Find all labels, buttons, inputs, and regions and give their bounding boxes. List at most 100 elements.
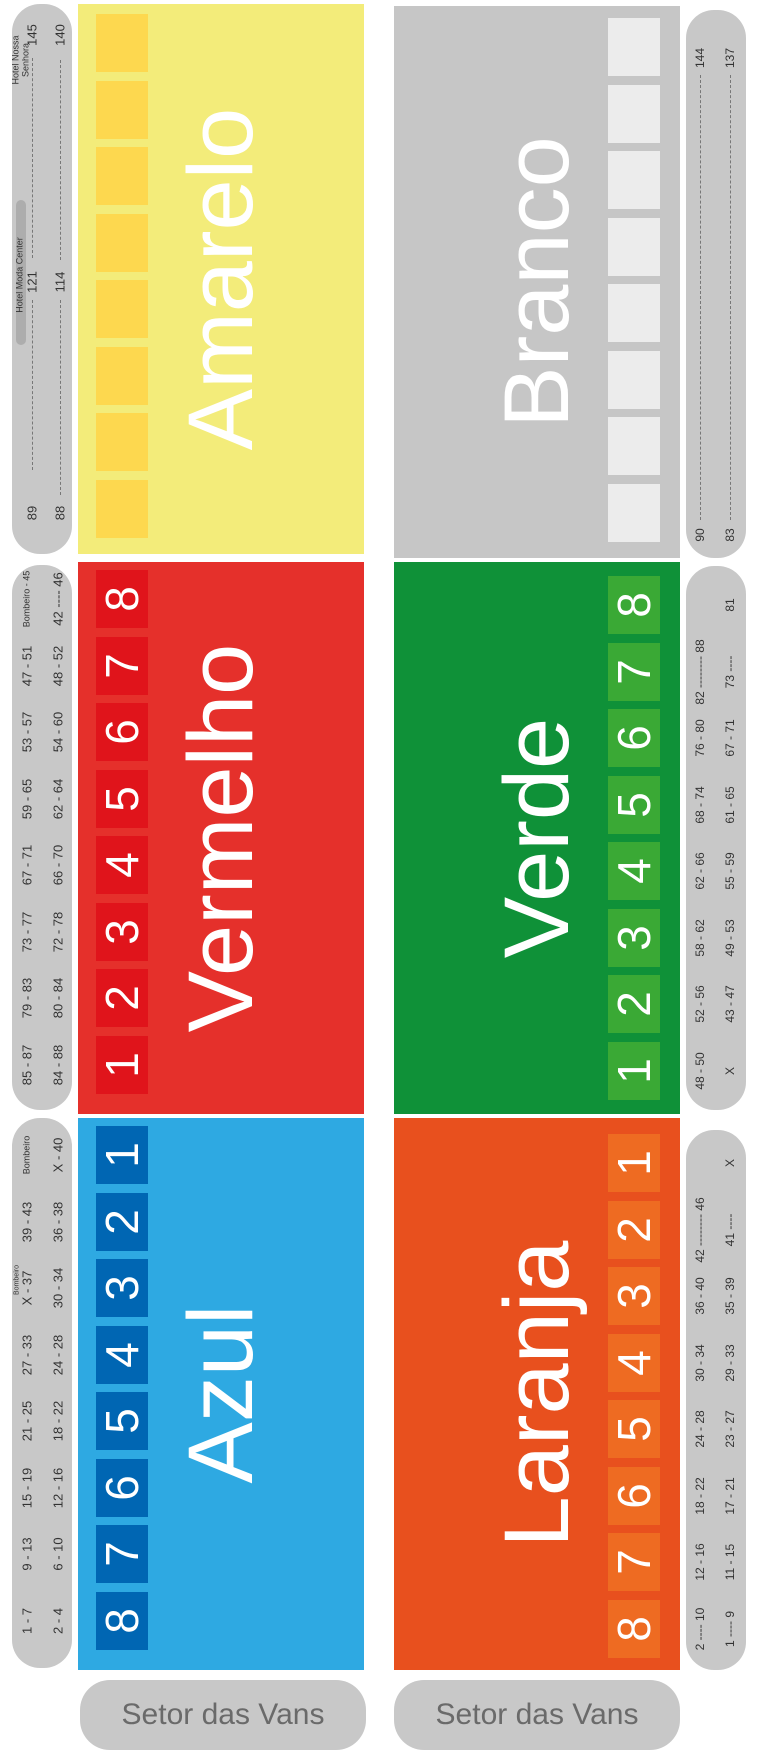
seat-range-label: 140 <box>52 24 68 46</box>
seat-range-label: 59 - 65 <box>19 778 35 819</box>
seat-range-label: 42 -------- 46 <box>693 1196 707 1263</box>
seat-range-label: 12 - 16 <box>50 1467 66 1508</box>
slot-box-branco <box>608 151 660 209</box>
slot-number: 3 <box>96 1275 148 1301</box>
slot-box-laranja: 1 <box>608 1134 660 1192</box>
slot-box-vermelho: 6 <box>96 703 148 761</box>
seat-range-label: 6 - 10 <box>50 1537 66 1571</box>
slot-box-azul: 3 <box>96 1259 148 1317</box>
seat-range-label: Bombeiro <box>21 1135 32 1175</box>
slot-box-branco <box>608 350 660 409</box>
slot-box-branco <box>608 284 660 342</box>
slot-box-laranja: 8 <box>608 1599 660 1658</box>
seat-range-label: 80 - 84 <box>50 977 66 1019</box>
seat-range-label: 9 - 13 <box>19 1537 35 1571</box>
slot-box-branco <box>608 483 660 542</box>
slot-box-amarelo <box>96 80 148 139</box>
seat-range-label: 2 - 4 <box>50 1607 66 1634</box>
seat-range-label: X <box>723 1066 737 1075</box>
seat-range-label: 83 <box>723 528 737 542</box>
slot-box-branco <box>608 84 660 143</box>
slot-box-laranja: 6 <box>608 1466 660 1525</box>
seat-range-label: 52 - 56 <box>693 985 707 1023</box>
seat-range-label: 55 - 59 <box>723 852 737 890</box>
slot-box-vermelho: 7 <box>96 636 148 695</box>
slot-number: 4 <box>96 852 148 878</box>
seat-range-label: 137 <box>723 47 737 69</box>
dashed-connector <box>730 75 731 520</box>
slot-number: 3 <box>608 924 660 951</box>
seat-range-label: 85 - 87 <box>19 1044 35 1085</box>
seat-range-label: 79 - 83 <box>19 977 35 1019</box>
sector-name-branco: Branco <box>486 136 588 428</box>
slot-box-verde: 5 <box>608 775 660 834</box>
seat-range-label: 73 - 77 <box>19 911 35 952</box>
seat-range-label: 43 - 47 <box>723 985 737 1023</box>
slot-number: 1 <box>96 1142 148 1168</box>
slot-box-vermelho: 8 <box>96 570 148 628</box>
dashed-connector <box>32 58 33 258</box>
slot-number: 1 <box>96 1051 148 1078</box>
seat-range-label: 29 - 33 <box>723 1343 737 1382</box>
seat-range-label: 30 - 34 <box>50 1267 66 1309</box>
slot-number: 5 <box>96 785 148 812</box>
slot-box-vermelho: 2 <box>96 969 148 1027</box>
slot-number: 3 <box>608 1283 660 1309</box>
slot-number: 8 <box>608 1615 660 1642</box>
setor-vans-left: Setor das Vans <box>80 1680 366 1750</box>
setor-vans-right: Setor das Vans <box>394 1680 680 1750</box>
seat-range-label: 27 - 33 <box>19 1334 35 1375</box>
sector-name-amarelo: Amarelo <box>170 107 272 451</box>
slot-box-amarelo <box>96 14 148 72</box>
seat-range-label: 35 - 39 <box>723 1277 737 1315</box>
slot-number: 3 <box>96 918 148 945</box>
slot-number: 7 <box>96 1541 148 1567</box>
sector-name-laranja: Laranja <box>486 1240 588 1548</box>
slot-box-branco <box>608 217 660 276</box>
seat-range-label: 15 - 19 <box>19 1467 35 1508</box>
slot-number: 5 <box>608 1416 660 1442</box>
seat-range-label: 1 ---- 9 <box>723 1610 737 1647</box>
slot-number: 8 <box>608 592 660 618</box>
seat-range-label: 48 - 52 <box>50 645 66 686</box>
slot-number: 7 <box>608 658 660 685</box>
slot-number: 7 <box>96 652 148 679</box>
seat-range-label: 73 ---- <box>723 655 737 688</box>
slot-box-azul: 8 <box>96 1591 148 1650</box>
seat-range-label: 48 - 50 <box>693 1051 707 1090</box>
dashed-connector <box>60 60 61 260</box>
slot-number: 2 <box>608 1216 660 1243</box>
seat-range-label: 61 - 65 <box>723 785 737 824</box>
seat-range-label: 1 - 7 <box>19 1607 35 1634</box>
slot-box-laranja: 2 <box>608 1200 660 1259</box>
seat-range-label: Senhora <box>20 42 31 78</box>
slot-box-verde: 1 <box>608 1041 660 1100</box>
seat-range-label: 12 - 16 <box>693 1543 707 1581</box>
dashed-connector <box>60 300 61 495</box>
seat-range-label: 67 - 71 <box>723 719 737 757</box>
slot-box-verde: 4 <box>608 842 660 900</box>
seat-range-label: 89 <box>24 505 40 521</box>
slot-box-branco <box>608 417 660 475</box>
slot-number: 6 <box>96 1474 148 1501</box>
slot-box-amarelo <box>96 479 148 538</box>
slot-number: 4 <box>96 1341 148 1368</box>
seat-range-label: 11 - 15 <box>723 1543 737 1581</box>
slot-number: 5 <box>608 791 660 818</box>
seat-range-label: 2 ---- 10 <box>693 1607 707 1650</box>
seat-range-label: 62 - 64 <box>50 778 66 819</box>
seat-range-label: 49 - 53 <box>723 918 737 957</box>
slot-box-laranja: 4 <box>608 1333 660 1392</box>
seat-range-label: 121 <box>24 271 40 293</box>
slot-box-azul: 6 <box>96 1458 148 1517</box>
slot-box-laranja: 5 <box>608 1400 660 1458</box>
slot-number: 2 <box>608 991 660 1017</box>
seat-range-label: 36 - 40 <box>693 1277 707 1315</box>
seat-range-label: 66 - 70 <box>50 844 66 886</box>
seat-range-label: Bombeiro <box>13 1265 21 1295</box>
sector-name-vermelho: Vermelho <box>170 643 272 1033</box>
seat-range-label: 90 <box>693 528 707 542</box>
slot-box-amarelo <box>96 413 148 471</box>
slot-box-amarelo <box>96 147 148 205</box>
slot-box-azul: 4 <box>96 1325 148 1384</box>
